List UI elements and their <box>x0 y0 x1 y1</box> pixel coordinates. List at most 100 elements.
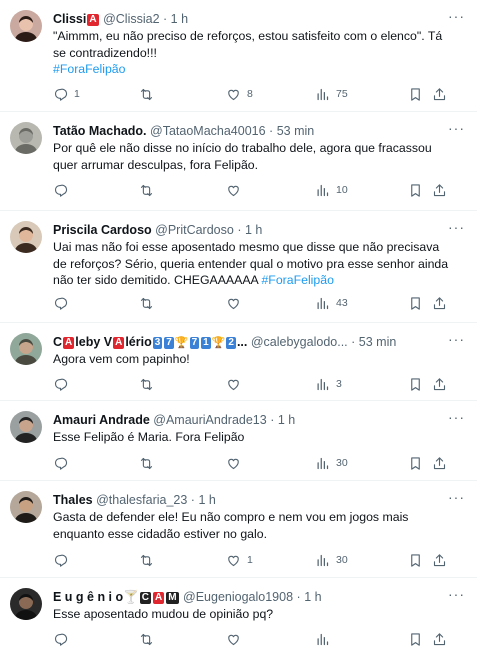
retweet-button[interactable] <box>139 294 160 312</box>
timestamp[interactable]: 1 h <box>245 223 262 237</box>
more-icon[interactable]: ··· <box>448 409 465 425</box>
tweet-text: Agora vem com papinho! <box>53 352 190 366</box>
tweet[interactable]: E u g ê n i o🍸 C A M @Eugeniogalo1908 · 1 h… <box>0 578 477 646</box>
tweet[interactable]: Thales @thalesfaria_23 · 1 h ··· Gasta d… <box>0 481 477 578</box>
bookmark-button[interactable] <box>408 454 423 472</box>
like-button[interactable]: 8 <box>226 85 253 103</box>
name-badge: 2 <box>226 337 236 349</box>
tweet-text: Esse Felipão é Maria. Fora Felipão <box>53 430 245 444</box>
retweet-button[interactable] <box>139 454 160 472</box>
hashtag-link[interactable]: #ForaFelipão <box>261 273 333 287</box>
more-icon[interactable]: ··· <box>448 331 465 347</box>
like-button[interactable] <box>226 294 247 312</box>
retweet-button[interactable] <box>139 375 160 393</box>
like-button[interactable] <box>226 375 247 393</box>
retweet-button[interactable] <box>139 551 160 569</box>
author-handle[interactable]: @AmauriAndrade13 <box>153 413 266 427</box>
share-button[interactable] <box>432 181 447 199</box>
avatar[interactable] <box>10 10 42 42</box>
share-icon <box>432 553 447 568</box>
timestamp[interactable]: 1 h <box>198 493 215 507</box>
timestamp[interactable]: 1 h <box>171 12 188 26</box>
author-name[interactable]: Tatão Machado. <box>53 124 147 138</box>
bookmark-button[interactable] <box>408 375 423 393</box>
tweet-actions: 3 <box>53 375 459 393</box>
share-button[interactable] <box>432 294 447 312</box>
reply-feed: Clissi A @Clissia2 · 1 h ··· "Aimmm, eu n… <box>0 0 477 646</box>
views-button[interactable]: 30 <box>315 454 348 472</box>
author-handle[interactable]: @PritCardoso <box>155 223 234 237</box>
tweet[interactable]: Priscila Cardoso @PritCardoso · 1 h ··· … <box>0 211 477 323</box>
name-fragment: lério <box>125 335 152 349</box>
like-button[interactable] <box>226 630 247 646</box>
tweet[interactable]: Clissi A @Clissia2 · 1 h ··· "Aimmm, eu n… <box>0 0 477 112</box>
avatar[interactable] <box>10 491 42 523</box>
reply-button[interactable] <box>53 630 74 646</box>
author-handle[interactable]: @calebygalodo... <box>251 335 348 349</box>
views-button[interactable] <box>315 630 336 646</box>
author-name[interactable]: Amauri Andrade <box>53 413 150 427</box>
reply-icon <box>53 553 68 568</box>
author-name[interactable]: Thales <box>53 493 93 507</box>
more-icon[interactable]: ··· <box>448 8 465 24</box>
more-icon[interactable]: ··· <box>448 219 465 235</box>
more-icon[interactable]: ··· <box>448 586 465 602</box>
tweet[interactable]: Amauri Andrade @AmauriAndrade13 · 1 h ··… <box>0 401 477 481</box>
reply-button[interactable] <box>53 454 74 472</box>
views-button[interactable]: 43 <box>315 294 348 312</box>
reply-button[interactable] <box>53 294 74 312</box>
avatar[interactable] <box>10 221 42 253</box>
share-icon <box>432 183 447 198</box>
timestamp[interactable]: 1 h <box>304 590 321 604</box>
reply-button[interactable] <box>53 181 74 199</box>
reply-button[interactable]: 1 <box>53 85 80 103</box>
share-button[interactable] <box>432 85 447 103</box>
author-name[interactable]: Clissi <box>53 12 86 26</box>
retweet-button[interactable] <box>139 181 160 199</box>
share-button[interactable] <box>432 630 447 646</box>
share-button[interactable] <box>432 375 447 393</box>
author-name[interactable]: Priscila Cardoso <box>53 223 152 237</box>
bookmark-button[interactable] <box>408 630 423 646</box>
hashtag-link[interactable]: #ForaFelipão <box>53 62 125 76</box>
retweet-button[interactable] <box>139 630 160 646</box>
avatar[interactable] <box>10 588 42 620</box>
tweet-header: Clissi A @Clissia2 · 1 h <box>53 12 189 26</box>
tweet[interactable]: C Aleby V Alério 3 7 🏆 7 1 🏆 2... @calebygalodo..… <box>0 323 477 401</box>
bookmark-button[interactable] <box>408 181 423 199</box>
author-handle[interactable]: @Eugeniogalo1908 <box>183 590 293 604</box>
share-button[interactable] <box>432 551 447 569</box>
views-button[interactable]: 3 <box>315 375 342 393</box>
timestamp[interactable]: 53 min <box>277 124 315 138</box>
bookmark-button[interactable] <box>408 294 423 312</box>
bookmark-button[interactable] <box>408 551 423 569</box>
like-button[interactable] <box>226 181 247 199</box>
bookmark-icon <box>408 632 423 646</box>
views-button[interactable]: 30 <box>315 551 348 569</box>
tweet[interactable]: Tatão Machado. @TataoMacha40016 · 53 min… <box>0 112 477 211</box>
retweet-button[interactable] <box>139 85 160 103</box>
timestamp[interactable]: 1 h <box>278 413 295 427</box>
retweet-icon <box>139 87 154 102</box>
reply-icon <box>53 456 68 471</box>
reply-button[interactable] <box>53 375 74 393</box>
share-button[interactable] <box>432 454 447 472</box>
more-icon[interactable]: ··· <box>448 120 465 136</box>
share-icon <box>432 456 447 471</box>
avatar[interactable] <box>10 333 42 365</box>
reply-button[interactable] <box>53 551 74 569</box>
author-name[interactable]: C <box>53 335 62 349</box>
author-handle[interactable]: @Clissia2 <box>103 12 159 26</box>
views-button[interactable]: 75 <box>315 85 348 103</box>
author-handle[interactable]: @TataoMacha40016 <box>150 124 266 138</box>
timestamp[interactable]: 53 min <box>359 335 397 349</box>
avatar[interactable] <box>10 411 42 443</box>
views-button[interactable]: 10 <box>315 181 348 199</box>
author-handle[interactable]: @thalesfaria_23 <box>96 493 187 507</box>
like-button[interactable]: 1 <box>226 551 253 569</box>
bookmark-button[interactable] <box>408 85 423 103</box>
more-icon[interactable]: ··· <box>448 489 465 505</box>
author-name[interactable]: E u g ê n i o <box>53 590 123 604</box>
avatar[interactable] <box>10 122 42 154</box>
like-button[interactable] <box>226 454 247 472</box>
